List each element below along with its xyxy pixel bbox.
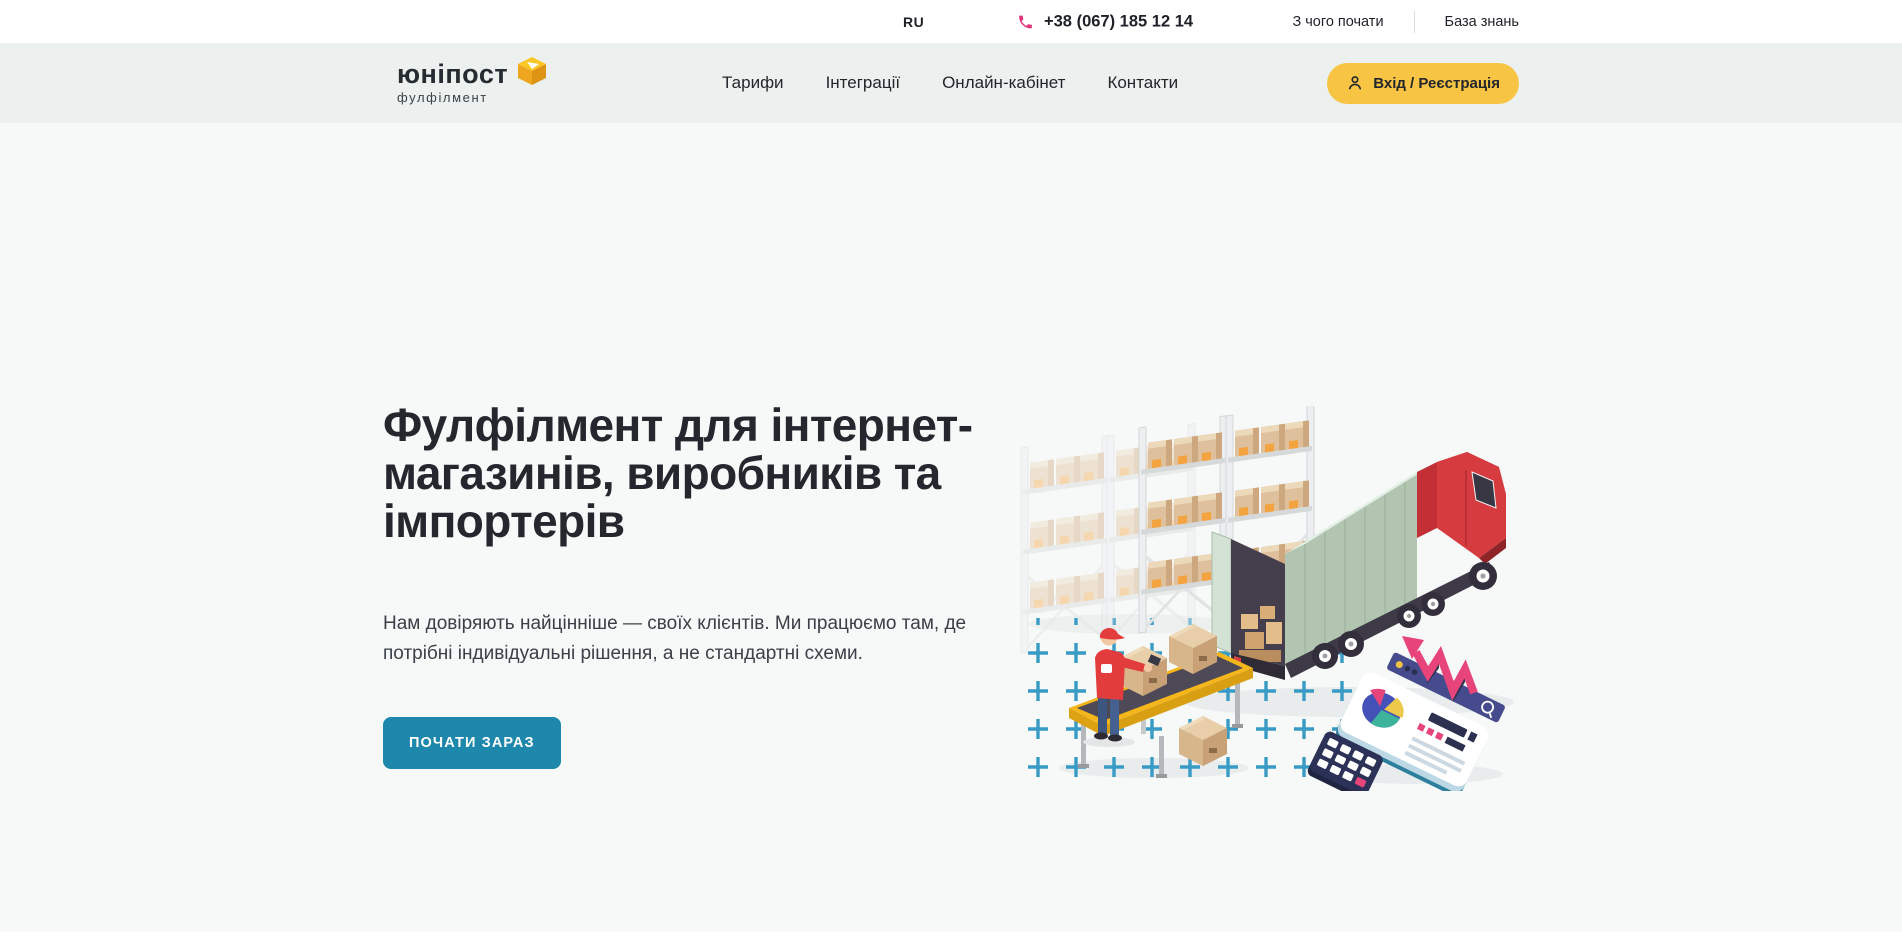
link-knowledge-base[interactable]: База знань: [1445, 14, 1519, 30]
hero-description: Нам довіряють найцінніше — своїх клієнті…: [383, 609, 983, 667]
link-getting-started[interactable]: З чого почати: [1292, 14, 1383, 30]
phone-icon: [1017, 13, 1034, 30]
phone-number: +38 (067) 185 12 14: [1044, 12, 1193, 31]
nav-item-tariffs[interactable]: Тарифи: [722, 73, 784, 93]
delivery-truck: [1212, 452, 1506, 680]
truck-cab: [1417, 452, 1506, 564]
start-now-button[interactable]: ПОЧАТИ ЗАРАЗ: [383, 717, 561, 769]
topbar-links: З чого почати База знань: [1292, 11, 1519, 33]
login-register-button[interactable]: Вхід / Реєстрація: [1327, 63, 1519, 104]
hero-title: Фулфілмент для інтернет-магазинів, вироб…: [383, 402, 1043, 545]
bottom-strip: [0, 932, 1902, 940]
hero-section: Фулфілмент для інтернет-магазинів, вироб…: [0, 123, 1902, 932]
main-nav: Тарифи Інтеграції Онлайн-кабінет Контакт…: [722, 73, 1178, 93]
nav-item-integrations[interactable]: Інтеграції: [826, 73, 901, 93]
user-icon: [1346, 74, 1364, 92]
nav-item-online-cabinet[interactable]: Онлайн-кабінет: [942, 73, 1065, 93]
logo[interactable]: юніпост фулфілмент: [383, 61, 573, 105]
nav-item-contacts[interactable]: Контакти: [1107, 73, 1178, 93]
divider: [1414, 11, 1415, 33]
logo-subtitle: фулфілмент: [397, 90, 573, 105]
phone-link[interactable]: +38 (067) 185 12 14: [1017, 12, 1193, 31]
topbar: RU +38 (067) 185 12 14 З чого почати Баз…: [0, 0, 1902, 43]
language-switcher[interactable]: RU: [903, 14, 924, 30]
header: юніпост фулфілмент Тарифи Інтеграції Онл…: [0, 43, 1902, 123]
logo-cube-icon: [515, 54, 549, 88]
hero-illustration: [1019, 406, 1519, 791]
login-button-label: Вхід / Реєстрація: [1373, 75, 1500, 92]
